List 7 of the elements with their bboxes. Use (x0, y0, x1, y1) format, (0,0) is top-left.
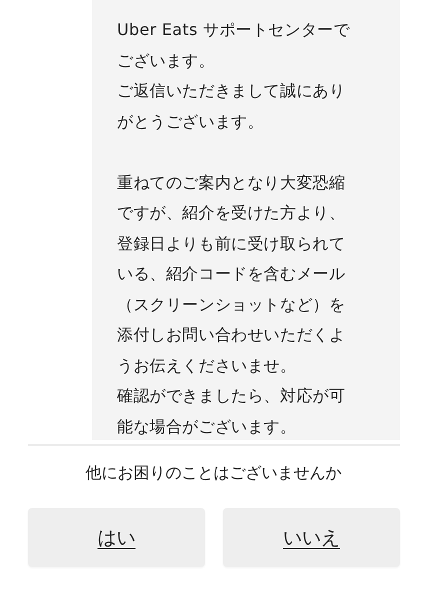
message-text: 重ねてのご案内となり大変恐縮ですが、紹介を受けた方より、登録日よりも前に受け取られている、紹介コードを含むメール（スクリーンショットなど）を添付しお問い合わせいただくようお伝えくださいませ。 (117, 172, 346, 376)
message-text: 確認ができましたら、対応が可能な場合がございます。 (117, 385, 346, 438)
yes-button[interactable]: はい (28, 508, 205, 567)
message-text: ご返信いただきまして誠にありがとうございます。 (117, 80, 346, 132)
no-button[interactable]: いいえ (223, 508, 400, 567)
question-text: 他にお困りのことはございませんか (84, 462, 342, 484)
message-text: Uber Eats サポートセンターでございます。 (117, 19, 350, 72)
